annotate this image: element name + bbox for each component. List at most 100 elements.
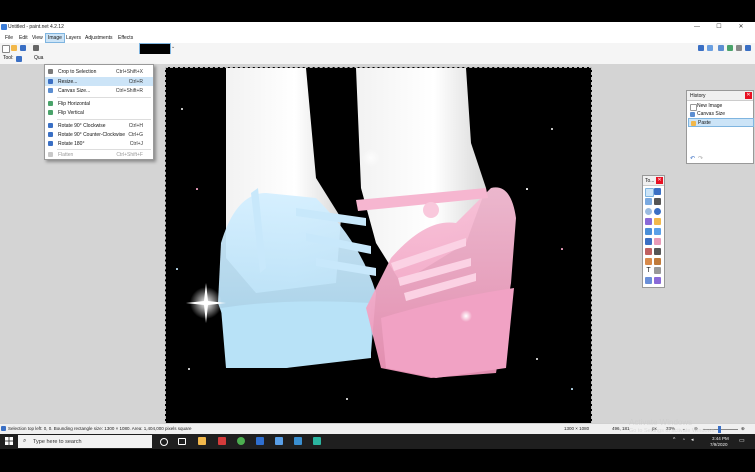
snip-sketch-icon[interactable] xyxy=(218,437,226,445)
paint-net-window: Untitled - paint.net 4.2.12 — ☐ ✕ File E… xyxy=(0,22,755,435)
recolor-icon[interactable] xyxy=(654,258,661,265)
canvas-size-icon xyxy=(48,88,53,93)
magic-wand-icon[interactable] xyxy=(645,218,652,225)
line-curve-icon[interactable] xyxy=(654,267,661,274)
tools-title: To... xyxy=(645,177,655,184)
paint-bucket-icon[interactable] xyxy=(645,228,652,235)
chrome-icon[interactable] xyxy=(237,437,245,445)
close-button[interactable]: ✕ xyxy=(733,22,749,33)
history-item-paste[interactable]: Paste xyxy=(688,118,754,127)
taskbar-search-box[interactable]: ⌕ Type here to search xyxy=(18,435,152,448)
taskbar-app-3-icon[interactable] xyxy=(313,437,321,445)
windows-taskbar: ⌕ Type here to search ^ ◔ ◂ 3:44 PM 7/9/… xyxy=(0,434,755,449)
color-picker-icon[interactable] xyxy=(654,248,661,255)
flatten-icon xyxy=(48,152,53,157)
new-file-icon[interactable] xyxy=(2,45,10,53)
ellipse-select-icon[interactable] xyxy=(645,208,652,215)
canvas-size-icon xyxy=(690,111,695,117)
notifications-icon[interactable]: ▭ xyxy=(739,437,745,444)
taskbar-app-2-icon[interactable] xyxy=(294,437,302,445)
tools-close-button[interactable]: ✕ xyxy=(656,177,663,184)
lasso-select-icon[interactable] xyxy=(645,198,652,205)
clone-stamp-icon[interactable] xyxy=(645,258,652,265)
menu-layers[interactable]: Layers xyxy=(64,33,83,43)
menu-item-flatten: Flatten Ctrl+Shift+F xyxy=(45,150,153,159)
menu-file[interactable]: File xyxy=(3,33,15,43)
layers-toggle-icon[interactable] xyxy=(718,45,724,51)
current-tool-icon[interactable] xyxy=(16,56,22,62)
menu-edit[interactable]: Edit xyxy=(17,33,30,43)
image-menu-dropdown: Crop to Selection Ctrl+Shift+X Resize...… xyxy=(44,64,154,160)
activation-watermark-title: Activate Windows xyxy=(629,418,693,427)
menu-item-flip-vertical[interactable]: Flip Vertical xyxy=(45,108,153,117)
cortana-icon[interactable] xyxy=(160,438,168,446)
taskbar-time[interactable]: 3:44 PM xyxy=(712,436,729,441)
menu-view[interactable]: View xyxy=(30,33,45,43)
menu-item-flip-horizontal[interactable]: Flip Horizontal xyxy=(45,99,153,108)
menu-item-rotate-cw[interactable]: Rotate 90° Clockwise Ctrl+H xyxy=(45,121,153,130)
colors-toggle-icon[interactable] xyxy=(727,45,733,51)
search-icon: ⌕ xyxy=(23,438,27,444)
eraser-icon[interactable] xyxy=(654,238,661,245)
windows-start-icon[interactable] xyxy=(5,437,13,445)
history-title: History xyxy=(690,92,706,99)
tools-header[interactable]: To... ✕ xyxy=(643,176,664,186)
pan-icon[interactable] xyxy=(654,218,661,225)
history-panel: History ✕ New Image Canvas Size Paste ↶ … xyxy=(686,90,754,164)
zoom-in-icon[interactable]: ⊕ xyxy=(741,426,745,432)
rotate-cw-icon xyxy=(48,123,53,128)
tools-toggle-icon[interactable] xyxy=(698,45,704,51)
taskbar-app-icon[interactable] xyxy=(256,437,264,445)
move-selected-icon[interactable] xyxy=(654,198,661,205)
menu-effects[interactable]: Effects xyxy=(116,33,135,43)
print-icon[interactable] xyxy=(33,45,39,51)
pencil-icon[interactable] xyxy=(645,248,652,255)
undo-icon[interactable]: ↶ xyxy=(690,155,695,162)
title-bar: Untitled - paint.net 4.2.12 — ☐ ✕ xyxy=(0,22,755,33)
tools-panel: To... ✕ T xyxy=(642,175,665,288)
shapes-icon[interactable] xyxy=(645,277,652,284)
rectangle-select-icon[interactable] xyxy=(645,188,654,197)
history-close-button[interactable]: ✕ xyxy=(745,92,752,99)
history-header[interactable]: History ✕ xyxy=(687,91,753,101)
zoom-icon[interactable] xyxy=(654,208,661,215)
task-view-icon[interactable] xyxy=(178,438,186,445)
pastel-shoes-image xyxy=(186,68,516,378)
history-toggle-icon[interactable] xyxy=(707,45,713,51)
paste-icon xyxy=(691,120,696,126)
taskbar-date[interactable]: 7/9/2020 xyxy=(710,442,728,447)
chevron-down-icon[interactable]: ⌄ xyxy=(171,44,175,50)
gradient-icon[interactable] xyxy=(654,228,661,235)
minimize-button[interactable]: — xyxy=(689,22,705,33)
resize-icon xyxy=(48,79,53,84)
menu-item-crop-to-selection[interactable]: Crop to Selection Ctrl+Shift+X xyxy=(45,67,153,76)
tray-chevron-icon[interactable]: ^ xyxy=(673,437,675,443)
image-size-readout: 1300 × 1080 xyxy=(564,426,590,431)
help-icon[interactable] xyxy=(745,45,751,51)
history-item-canvas-size[interactable]: Canvas Size xyxy=(688,110,752,118)
maximize-button[interactable]: ☐ xyxy=(711,22,727,33)
redo-icon[interactable]: ↷ xyxy=(698,155,703,162)
menu-item-rotate-ccw[interactable]: Rotate 90° Counter-Clockwise Ctrl+G xyxy=(45,130,153,139)
zoom-slider-handle[interactable] xyxy=(718,426,721,433)
cursor-position-readout: 496, 181 xyxy=(612,426,630,431)
network-icon[interactable]: ◔ xyxy=(682,437,685,443)
settings-icon[interactable] xyxy=(736,45,742,51)
shape-type-icon[interactable] xyxy=(654,277,661,284)
image-canvas[interactable] xyxy=(165,67,592,424)
menu-adjustments[interactable]: Adjustments xyxy=(83,33,115,43)
menu-item-canvas-size[interactable]: Canvas Size... Ctrl+Shift+R xyxy=(45,86,153,95)
open-file-icon[interactable] xyxy=(11,45,17,51)
move-selection-icon[interactable] xyxy=(654,188,661,195)
menu-item-rotate-180[interactable]: Rotate 180° Ctrl+J xyxy=(45,139,153,148)
menu-image[interactable]: Image xyxy=(45,33,65,43)
menu-item-resize[interactable]: Resize... Ctrl+R xyxy=(45,77,153,86)
text-icon[interactable]: T xyxy=(645,267,652,274)
paintbrush-icon[interactable] xyxy=(645,238,652,245)
volume-icon[interactable]: ◂ xyxy=(691,437,694,443)
paint-net-taskbar-icon[interactable] xyxy=(275,437,283,445)
history-item-new-image[interactable]: New Image xyxy=(688,102,752,111)
file-explorer-icon[interactable] xyxy=(198,437,206,445)
selection-info: Selection top left: 0, 0. Bounding recta… xyxy=(8,426,192,431)
save-icon[interactable] xyxy=(20,45,26,51)
